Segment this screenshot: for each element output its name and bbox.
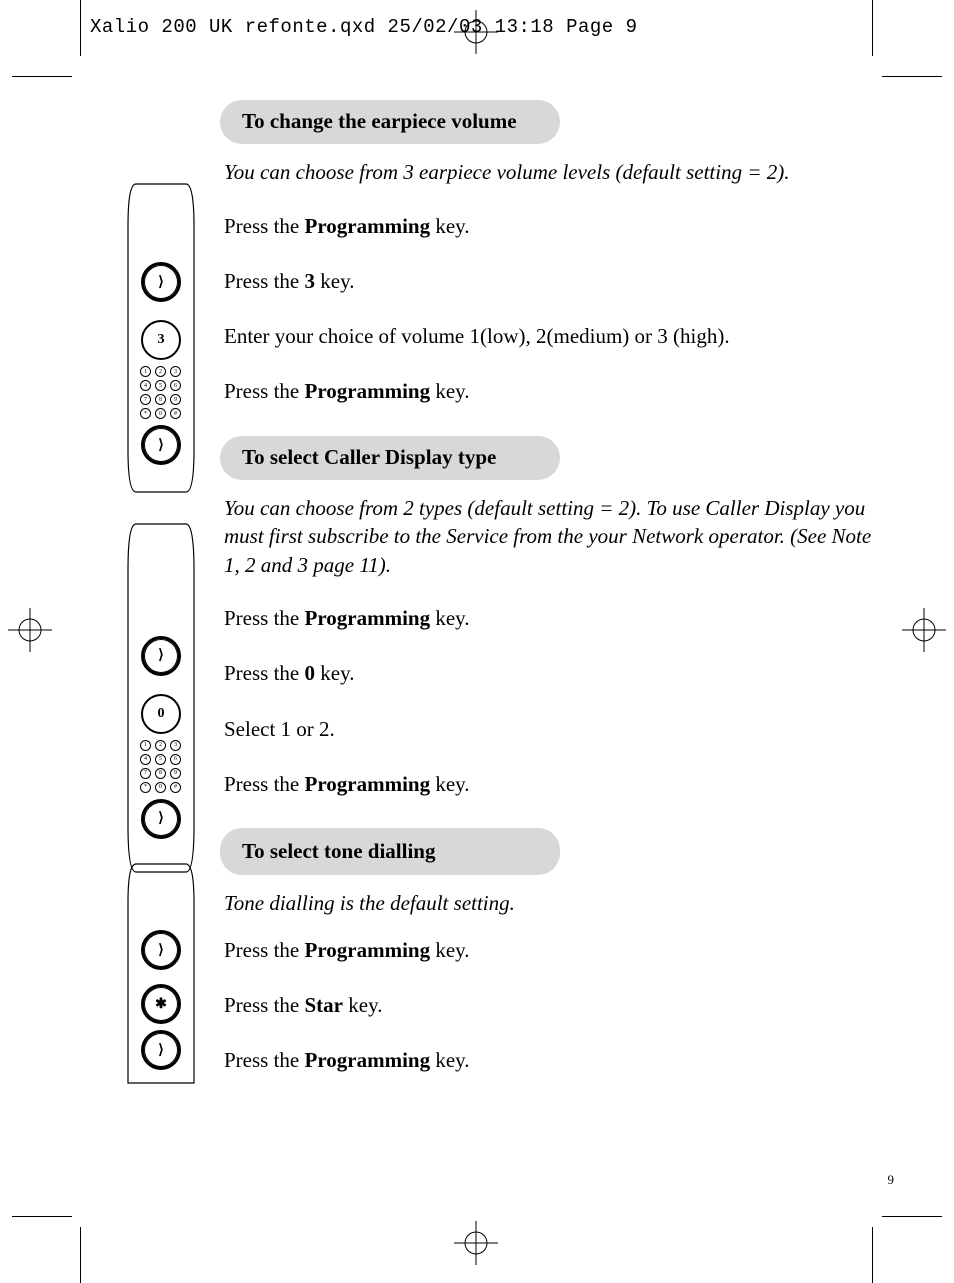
key-0-icon: 0 [141,694,181,734]
crop-mark [882,1216,942,1217]
crop-mark [80,1227,81,1283]
phone-outline-icon: ⟩ 0 123456789*0# ⟩ [120,518,202,878]
programming-key-icon: ⟩ [141,1030,181,1070]
crop-mark [12,1216,72,1217]
step: Press the Programming key. [224,937,880,964]
crop-mark [80,0,81,56]
section-tone-dialling: ⟩ ✱ ⟩ To select tone dialling Tone diall… [120,828,880,1074]
crop-mark [12,76,72,77]
programming-key-icon: ⟩ [141,636,181,676]
section-intro: You can choose from 2 types (default set… [224,494,880,579]
star-key-icon: ✱ [141,984,181,1024]
crop-mark [872,1227,873,1283]
step: Press the 0 key. [224,660,880,687]
section-earpiece-volume: ⟩ 3 123456789*0# ⟩ To change the earpiec… [120,100,880,406]
programming-key-icon: ⟩ [141,262,181,302]
step: Select 1 or 2. [224,716,880,743]
page-content: ⟩ 3 123456789*0# ⟩ To change the earpiec… [120,100,880,1105]
registration-mark-icon [8,608,52,652]
step: Press the Programming key. [224,378,880,405]
section-title: To select Caller Display type [220,436,560,480]
step: Press the Programming key. [224,771,880,798]
section-intro: You can choose from 3 earpiece volume le… [224,158,880,186]
page-number: 9 [888,1172,895,1188]
programming-key-icon: ⟩ [141,930,181,970]
registration-mark-icon [902,608,946,652]
key-3-icon: 3 [141,320,181,360]
keypad-icon: 123456789*0# [120,740,202,793]
crop-mark [882,76,942,77]
step: Press the 3 key. [224,268,880,295]
section-title: To select tone dialling [220,828,560,874]
print-header: Xalio 200 UK refonte.qxd 25/02/03 13:18 … [90,16,638,38]
phone-outline-icon: ⟩ ✱ ⟩ [120,858,202,1088]
step: Press the Programming key. [224,213,880,240]
registration-mark-icon [454,1221,498,1265]
step: Enter your choice of volume 1(low), 2(me… [224,323,880,350]
keypad-icon: 123456789*0# [120,366,202,419]
section-caller-display: ⟩ 0 123456789*0# ⟩ To select Caller Disp… [120,436,880,798]
crop-mark [872,0,873,56]
section-intro: Tone dialling is the default setting. [224,889,880,917]
step: Press the Programming key. [224,1047,880,1074]
section-title: To change the earpiece volume [220,100,560,144]
step: Press the Star key. [224,992,880,1019]
step: Press the Programming key. [224,605,880,632]
